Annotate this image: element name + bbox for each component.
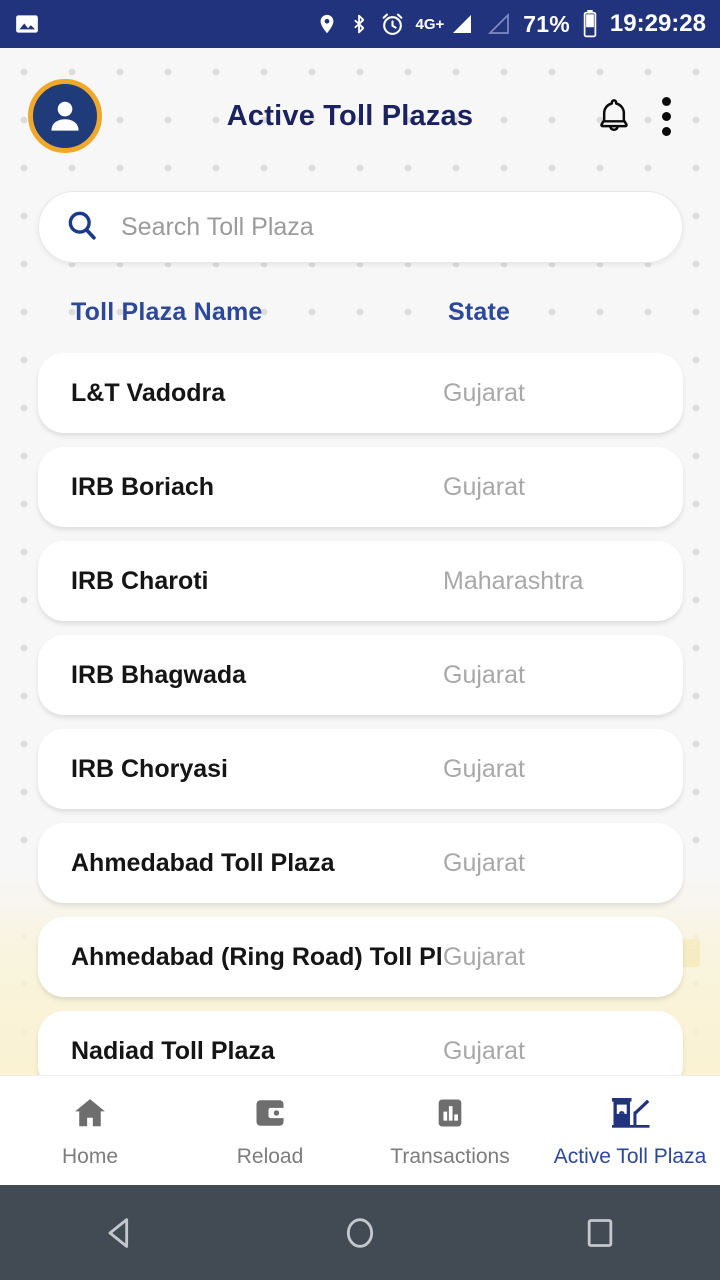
location-pin-icon — [316, 11, 338, 37]
table-row[interactable]: IRB Choryasi Gujarat — [38, 729, 683, 809]
nav-item-home[interactable]: Home — [0, 1076, 180, 1185]
home-circle-icon — [346, 1217, 374, 1248]
bottom-navigation: Home Reload Transactions Active Toll Pla… — [0, 1075, 720, 1185]
row-state: Gujarat — [443, 754, 525, 783]
row-state: Gujarat — [443, 660, 525, 689]
row-state: Gujarat — [443, 378, 525, 407]
row-state: Gujarat — [443, 942, 525, 971]
wallet-icon — [252, 1093, 288, 1133]
row-plaza-name: IRB Bhagwada — [71, 660, 247, 689]
table-row[interactable]: Ahmedabad (Ring Road) Toll Plaza Gujarat — [38, 917, 683, 997]
page-title: Active Toll Plazas — [226, 99, 474, 132]
bar-chart-icon — [433, 1093, 467, 1133]
nav-item-active-toll-plaza[interactable]: Active Toll Plaza — [540, 1076, 720, 1185]
bell-icon — [600, 99, 628, 132]
avatar[interactable] — [28, 79, 102, 153]
android-navigation-bar — [0, 1185, 720, 1280]
android-recents-button[interactable] — [540, 1185, 660, 1280]
row-plaza-name: Ahmedabad (Ring Road) Toll Plaza — [71, 942, 443, 971]
user-avatar-icon — [51, 101, 79, 131]
table-row[interactable]: IRB Charoti Maharashtra — [38, 541, 683, 621]
signal-bars-empty-icon — [486, 12, 512, 36]
nav-item-transactions[interactable]: Transactions — [360, 1076, 540, 1185]
row-state: Gujarat — [443, 472, 525, 501]
column-header-name: Toll Plaza Name — [71, 298, 263, 326]
search-bar[interactable] — [38, 191, 683, 263]
back-triangle-icon — [108, 1217, 129, 1248]
toll-booth-icon — [609, 1093, 651, 1133]
column-header-state: State — [448, 298, 511, 326]
table-row[interactable]: Ahmedabad Toll Plaza Gujarat — [38, 823, 683, 903]
row-plaza-name: Nadiad Toll Plaza — [71, 1036, 275, 1065]
signal-bars-full-icon — [449, 12, 475, 36]
page-content: Active Toll Plazas Search Toll Plaza Tol… — [0, 48, 720, 1075]
table-row[interactable]: L&T Vadodra Gujarat — [38, 353, 683, 433]
home-icon — [71, 1093, 109, 1133]
table-row[interactable]: IRB Boriach Gujarat — [38, 447, 683, 527]
row-state: Maharashtra — [443, 566, 584, 595]
row-plaza-name: IRB Boriach — [71, 472, 215, 501]
row-plaza-name: L&T Vadodra — [71, 378, 226, 407]
search-input[interactable] — [121, 212, 656, 242]
overflow-menu-button[interactable] — [640, 90, 692, 142]
status-bar-right: 4G+ 71% 19:29:28 — [316, 10, 706, 38]
battery-percent-label: 71% — [523, 10, 570, 37]
alarm-clock-icon — [380, 12, 405, 37]
status-bar-left — [14, 11, 40, 37]
status-bar: 4G+ 71% 19:29:28 — [0, 0, 720, 48]
table-row[interactable]: IRB Bhagwada Gujarat — [38, 635, 683, 715]
toll-plaza-list[interactable]: L&T Vadodra Gujarat IRB Boriach Gujarat … — [0, 353, 720, 1075]
table-row[interactable]: Nadiad Toll Plaza Gujarat — [38, 1011, 683, 1075]
search-icon — [65, 208, 99, 247]
nav-label-transactions: Transactions — [390, 1144, 510, 1168]
android-back-button[interactable] — [60, 1185, 180, 1280]
more-vertical-icon — [661, 96, 671, 136]
app-header: Active Toll Plazas — [0, 48, 720, 184]
image-icon — [14, 11, 40, 37]
clock-label: 19:29:28 — [609, 10, 706, 37]
nav-label-active-toll-plaza: Active Toll Plaza — [553, 1144, 707, 1168]
table-column-headers: Toll Plaza Name State — [0, 298, 720, 327]
nav-item-reload[interactable]: Reload — [180, 1076, 360, 1185]
row-state: Gujarat — [443, 1036, 525, 1065]
notification-button[interactable] — [588, 90, 640, 142]
row-plaza-name: Ahmedabad Toll Plaza — [71, 848, 335, 877]
nav-label-reload: Reload — [236, 1144, 304, 1168]
network-type-label: 4G+ — [415, 15, 445, 33]
app-screen: 4G+ 71% 19:29:28 Active Toll Plazas Sear… — [0, 0, 720, 1280]
battery-icon — [581, 10, 599, 38]
android-home-button[interactable] — [300, 1185, 420, 1280]
row-plaza-name: IRB Charoti — [71, 566, 209, 595]
row-plaza-name: IRB Choryasi — [71, 754, 228, 783]
recents-square-icon — [587, 1218, 613, 1247]
nav-label-home: Home — [61, 1144, 119, 1168]
search-section — [38, 191, 683, 263]
bluetooth-icon — [349, 11, 369, 37]
row-state: Gujarat — [443, 848, 525, 877]
